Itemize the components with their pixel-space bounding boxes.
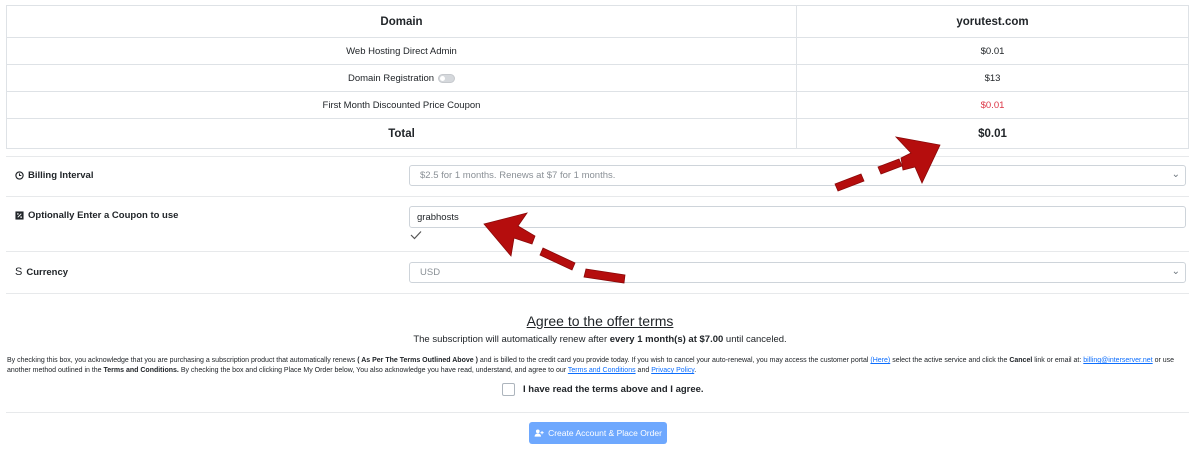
terms-text: By checking the box and clicking Place M… (180, 367, 567, 374)
billing-interval-select[interactable]: $2.5 for 1 months. Renews at $7 for 1 mo… (409, 165, 1186, 186)
summary-total-row: Total $0.01 (7, 118, 1188, 148)
item-price: $0.01 (980, 45, 1005, 57)
terms-sub-bold: every 1 month(s) at $7.00 (609, 334, 724, 345)
chevron-down-icon: ⌄ (1171, 169, 1180, 180)
terms-bold-text: Cancel (1009, 357, 1033, 364)
item-label: First Month Discounted Price Coupon (322, 99, 481, 111)
summary-header-row: Domain yorutest.com (7, 6, 1188, 37)
summary-row-domain-registration: Domain Registration $13 (7, 64, 1188, 91)
clock-icon (15, 171, 24, 180)
terms-title: Agree to the offer terms (526, 313, 674, 329)
terms-text: link or email at: (1034, 357, 1082, 364)
terms-text: . (694, 367, 697, 374)
terms-subtitle: The subscription will automatically rene… (0, 334, 1200, 345)
section-divider (6, 293, 1189, 294)
user-plus-icon (534, 429, 544, 437)
currency-select[interactable]: USD ⌄ (409, 262, 1186, 283)
dollar-icon: S (15, 266, 23, 278)
terms-sub-prefix: The subscription will automatically rene… (413, 334, 608, 345)
item-label: Web Hosting Direct Admin (346, 45, 457, 57)
agree-label: I have read the terms above and I agree. (523, 384, 704, 395)
terms-bold-text: ( As Per The Terms Outlined Above ) (357, 357, 478, 364)
billing-interval-value: $2.5 for 1 months. Renews at $7 for 1 mo… (420, 170, 616, 181)
chevron-down-icon: ⌄ (1171, 266, 1180, 277)
currency-value: USD (420, 267, 441, 278)
privacy-policy-link[interactable]: Privacy Policy (651, 367, 694, 374)
summary-row-hosting: Web Hosting Direct Admin $0.01 (7, 37, 1188, 64)
terms-text: and (637, 367, 650, 374)
item-price: $13 (984, 72, 1001, 84)
terms-sub-suffix: until canceled. (725, 334, 787, 345)
billing-interval-row: Billing Interval $2.5 for 1 months. Rene… (6, 156, 1189, 196)
billing-email-link[interactable]: billing@interserver.net (1083, 357, 1152, 364)
terms-bold-text: Terms and Conditions. (103, 367, 179, 374)
item-label: Domain Registration (347, 72, 435, 84)
coupon-label: Optionally Enter a Coupon to use (28, 210, 179, 221)
domain-name-header: yorutest.com (956, 15, 1029, 28)
terms-text: By checking this box, you acknowledge th… (7, 357, 356, 364)
coupon-input[interactable]: grabhosts (409, 206, 1186, 228)
coupon-input-value: grabhosts (417, 211, 459, 223)
agree-checkbox[interactable] (502, 383, 515, 396)
create-account-place-order-button[interactable]: Create Account & Place Order (529, 422, 667, 444)
agree-terms[interactable]: I have read the terms above and I agree. (502, 383, 704, 396)
customer-portal-link[interactable]: (Here) (870, 357, 890, 364)
domain-registration-toggle[interactable] (438, 73, 456, 83)
terms-text: and is billed to the credit card you pro… (479, 357, 869, 364)
total-label: Total (388, 127, 415, 140)
billing-interval-label: Billing Interval (28, 170, 94, 181)
summary-row-coupon: First Month Discounted Price Coupon $0.0… (7, 91, 1188, 118)
button-label: Create Account & Place Order (548, 428, 662, 438)
terms-conditions-link[interactable]: Terms and Conditions (568, 367, 636, 374)
total-value: $0.01 (978, 127, 1007, 140)
checkmark-icon (410, 231, 422, 240)
terms-text: select the active service and click the (892, 357, 1008, 364)
terms-body: By checking this box, you acknowledge th… (7, 356, 1190, 376)
domain-column-header: Domain (7, 6, 797, 37)
coupon-icon (15, 211, 24, 220)
currency-label: Currency (26, 266, 69, 278)
divider (6, 412, 1189, 413)
currency-row: S Currency USD ⌄ (6, 251, 1189, 293)
coupon-row: Optionally Enter a Coupon to use grabhos… (6, 196, 1189, 251)
discount-price: $0.01 (980, 99, 1005, 111)
order-summary-table: Domain yorutest.com Web Hosting Direct A… (6, 5, 1189, 149)
